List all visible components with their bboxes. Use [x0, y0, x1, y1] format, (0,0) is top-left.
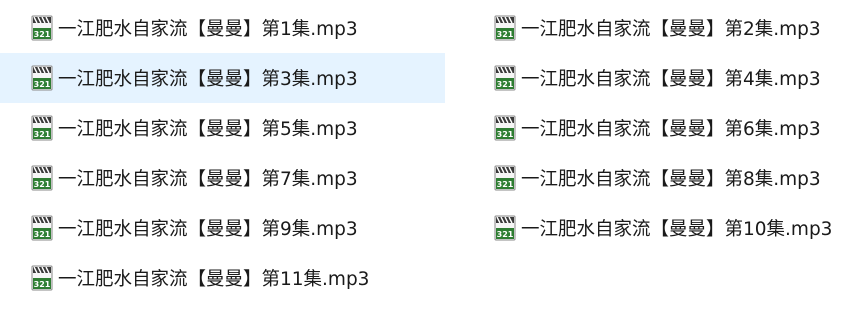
file-item[interactable]: 321 一江肥水自家流【曼曼】第7集.mp3	[0, 153, 445, 203]
file-item[interactable]: 321 一江肥水自家流【曼曼】第5集.mp3	[0, 103, 445, 153]
media-player-file-icon: 321	[494, 65, 516, 91]
file-item[interactable]: 321 一江肥水自家流【曼曼】第10集.mp3	[445, 203, 848, 253]
media-player-file-icon: 321	[31, 215, 53, 241]
media-player-file-icon: 321	[31, 65, 53, 91]
file-item[interactable]: 321 一江肥水自家流【曼曼】第8集.mp3	[445, 153, 848, 203]
media-player-file-icon: 321	[31, 165, 53, 191]
svg-text:321: 321	[34, 280, 51, 289]
file-name: 一江肥水自家流【曼曼】第1集.mp3	[58, 19, 358, 40]
media-player-file-icon: 321	[494, 215, 516, 241]
file-name: 一江肥水自家流【曼曼】第11集.mp3	[58, 269, 370, 290]
media-player-file-icon: 321	[494, 165, 516, 191]
media-player-file-icon: 321	[494, 115, 516, 141]
file-item[interactable]: 321 一江肥水自家流【曼曼】第4集.mp3	[445, 53, 848, 103]
file-name: 一江肥水自家流【曼曼】第5集.mp3	[58, 119, 358, 140]
media-player-file-icon: 321	[494, 15, 516, 41]
file-name: 一江肥水自家流【曼曼】第2集.mp3	[521, 19, 821, 40]
svg-text:321: 321	[497, 230, 514, 239]
file-name: 一江肥水自家流【曼曼】第10集.mp3	[521, 219, 833, 240]
file-name: 一江肥水自家流【曼曼】第3集.mp3	[58, 69, 358, 90]
file-list: 321 一江肥水自家流【曼曼】第1集.mp3 321 一江肥水自家流【曼曼】第2…	[0, 3, 848, 303]
svg-text:321: 321	[497, 30, 514, 39]
file-name: 一江肥水自家流【曼曼】第6集.mp3	[521, 119, 821, 140]
svg-text:321: 321	[34, 30, 51, 39]
media-player-file-icon: 321	[31, 15, 53, 41]
file-name: 一江肥水自家流【曼曼】第4集.mp3	[521, 69, 821, 90]
file-name: 一江肥水自家流【曼曼】第8集.mp3	[521, 169, 821, 190]
file-item-selected[interactable]: 321 一江肥水自家流【曼曼】第3集.mp3	[0, 53, 445, 103]
svg-text:321: 321	[34, 130, 51, 139]
file-item[interactable]: 321 一江肥水自家流【曼曼】第9集.mp3	[0, 203, 445, 253]
svg-text:321: 321	[497, 80, 514, 89]
svg-text:321: 321	[497, 180, 514, 189]
svg-text:321: 321	[34, 230, 51, 239]
svg-text:321: 321	[34, 80, 51, 89]
media-player-file-icon: 321	[31, 115, 53, 141]
svg-text:321: 321	[34, 180, 51, 189]
media-player-file-icon: 321	[31, 265, 53, 291]
file-name: 一江肥水自家流【曼曼】第7集.mp3	[58, 169, 358, 190]
file-item[interactable]: 321 一江肥水自家流【曼曼】第1集.mp3	[0, 3, 445, 53]
file-item[interactable]: 321 一江肥水自家流【曼曼】第2集.mp3	[445, 3, 848, 53]
svg-text:321: 321	[497, 130, 514, 139]
file-item[interactable]: 321 一江肥水自家流【曼曼】第6集.mp3	[445, 103, 848, 153]
file-name: 一江肥水自家流【曼曼】第9集.mp3	[58, 219, 358, 240]
file-item[interactable]: 321 一江肥水自家流【曼曼】第11集.mp3	[0, 253, 445, 303]
